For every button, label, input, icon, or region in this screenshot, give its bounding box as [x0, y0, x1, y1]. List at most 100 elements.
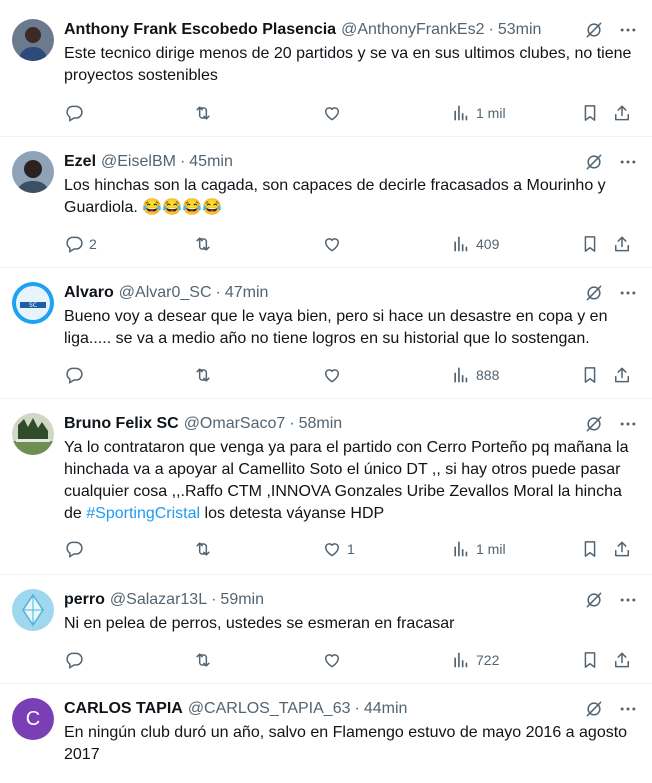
- timestamp[interactable]: 47min: [225, 284, 269, 302]
- bookmark-icon: [580, 539, 600, 559]
- author-handle[interactable]: @AnthonyFrankEs2: [341, 21, 484, 39]
- retweet-button[interactable]: [193, 234, 213, 254]
- more-icon[interactable]: [618, 152, 638, 172]
- avatar[interactable]: [12, 151, 54, 193]
- reply-button[interactable]: 2: [64, 234, 97, 254]
- avatar[interactable]: [12, 589, 54, 631]
- svg-text:SC: SC: [29, 302, 37, 309]
- author-handle[interactable]: @Salazar13L: [110, 591, 207, 609]
- hashtag-link[interactable]: #SportingCristal: [86, 505, 200, 522]
- tweet-text: Ni en pelea de perros, ustedes se esmera…: [64, 615, 455, 632]
- separator-dot: ·: [215, 284, 221, 301]
- more-icon[interactable]: [618, 20, 638, 40]
- separator-dot: ·: [179, 153, 186, 170]
- share-icon: [612, 650, 632, 670]
- reply-button[interactable]: [64, 650, 89, 670]
- share-button[interactable]: [612, 365, 632, 385]
- timestamp[interactable]: 59min: [220, 591, 264, 609]
- share-button[interactable]: [612, 539, 632, 559]
- author-name[interactable]: Bruno Felix SC: [64, 415, 179, 433]
- bookmark-button[interactable]: [580, 365, 600, 385]
- retweet-button[interactable]: [193, 650, 213, 670]
- share-button[interactable]: [612, 650, 632, 670]
- separator-dot: ·: [211, 591, 217, 608]
- grok-icon[interactable]: [584, 20, 604, 40]
- views-button[interactable]: 888: [451, 365, 499, 385]
- bookmark-button[interactable]: [580, 650, 600, 670]
- avatar-letter: C: [25, 707, 41, 730]
- retweet-icon: [193, 539, 213, 559]
- view-count: 409: [476, 236, 500, 252]
- share-button[interactable]: [612, 234, 632, 254]
- like-button[interactable]: [322, 103, 347, 123]
- avatar[interactable]: [12, 19, 54, 61]
- author-name[interactable]: Ezel: [64, 153, 96, 171]
- more-icon[interactable]: [618, 283, 638, 303]
- author-handle[interactable]: @EiselBM: [101, 153, 176, 171]
- reply-button[interactable]: [64, 539, 89, 559]
- grok-icon[interactable]: [584, 152, 604, 172]
- timestamp[interactable]: 53min: [498, 21, 542, 39]
- like-icon: [322, 650, 342, 670]
- more-icon[interactable]: [618, 590, 638, 610]
- share-button[interactable]: [612, 103, 632, 123]
- tweet[interactable]: Anthony Frank Escobedo Plasencia @Anthon…: [0, 0, 652, 137]
- more-icon[interactable]: [618, 699, 638, 719]
- timestamp[interactable]: 58min: [299, 415, 343, 433]
- author-handle[interactable]: @Alvar0_SC: [119, 284, 212, 302]
- separator-dot: ·: [488, 21, 494, 38]
- bookmark-button[interactable]: [580, 103, 600, 123]
- tweet[interactable]: Bruno Felix SC @OmarSaco7 · 58min Ya lo …: [0, 399, 652, 575]
- reply-icon: [64, 103, 84, 123]
- avatar[interactable]: SC: [12, 282, 54, 324]
- grok-icon[interactable]: [584, 699, 604, 719]
- views-icon: [451, 365, 471, 385]
- views-button[interactable]: 409: [451, 234, 499, 254]
- share-icon: [612, 103, 632, 123]
- tweet-text: Ya lo contrataron que venga ya para el p…: [64, 437, 652, 525]
- bookmark-icon: [580, 650, 600, 670]
- author-name[interactable]: Anthony Frank Escobedo Plasencia: [64, 21, 336, 39]
- more-icon[interactable]: [618, 414, 638, 434]
- grok-icon[interactable]: [584, 414, 604, 434]
- bookmark-button[interactable]: [580, 234, 600, 254]
- like-button[interactable]: [322, 650, 347, 670]
- timestamp[interactable]: 44min: [364, 700, 408, 718]
- retweet-button[interactable]: [193, 365, 213, 385]
- avatar[interactable]: [12, 413, 54, 455]
- views-button[interactable]: 1 mil: [451, 539, 506, 559]
- grok-icon[interactable]: [584, 590, 604, 610]
- retweet-icon: [193, 103, 213, 123]
- avatar[interactable]: C: [12, 698, 54, 740]
- like-button[interactable]: 1: [322, 539, 355, 559]
- bookmark-button[interactable]: [580, 539, 600, 559]
- reply-count: 2: [89, 236, 97, 252]
- like-button[interactable]: [322, 365, 347, 385]
- grok-icon[interactable]: [584, 283, 604, 303]
- views-button[interactable]: 1 mil: [451, 103, 506, 123]
- retweet-icon: [193, 650, 213, 670]
- author-name[interactable]: CARLOS TAPIA: [64, 700, 183, 718]
- like-icon: [322, 234, 342, 254]
- like-icon: [322, 103, 342, 123]
- like-button[interactable]: [322, 234, 347, 254]
- tweet[interactable]: perro @Salazar13L · 59min Ni en pelea de…: [0, 575, 652, 684]
- author-name[interactable]: Alvaro: [64, 284, 114, 302]
- tweet[interactable]: Ezel @EiselBM · 45min Los hinchas son la…: [0, 137, 652, 268]
- bookmark-icon: [580, 103, 600, 123]
- bookmark-icon: [580, 234, 600, 254]
- author-name[interactable]: perro: [64, 591, 105, 609]
- timestamp[interactable]: 45min: [189, 153, 233, 171]
- reply-button[interactable]: [64, 365, 89, 385]
- reply-button[interactable]: [64, 103, 89, 123]
- retweet-button[interactable]: [193, 539, 213, 559]
- author-handle[interactable]: @CARLOS_TAPIA_63: [188, 700, 351, 718]
- like-count: 1: [347, 541, 355, 557]
- views-button[interactable]: 722: [451, 650, 499, 670]
- tweet[interactable]: SC Alvaro @Alvar0_SC · 47min Bueno voy a…: [0, 268, 652, 399]
- author-handle[interactable]: @OmarSaco7: [184, 415, 286, 433]
- retweet-button[interactable]: [193, 103, 213, 123]
- view-count: 722: [476, 652, 500, 668]
- tweet[interactable]: C CARLOS TAPIA @CARLOS_TAPIA_63 · 44min …: [0, 684, 652, 783]
- views-icon: [451, 539, 471, 559]
